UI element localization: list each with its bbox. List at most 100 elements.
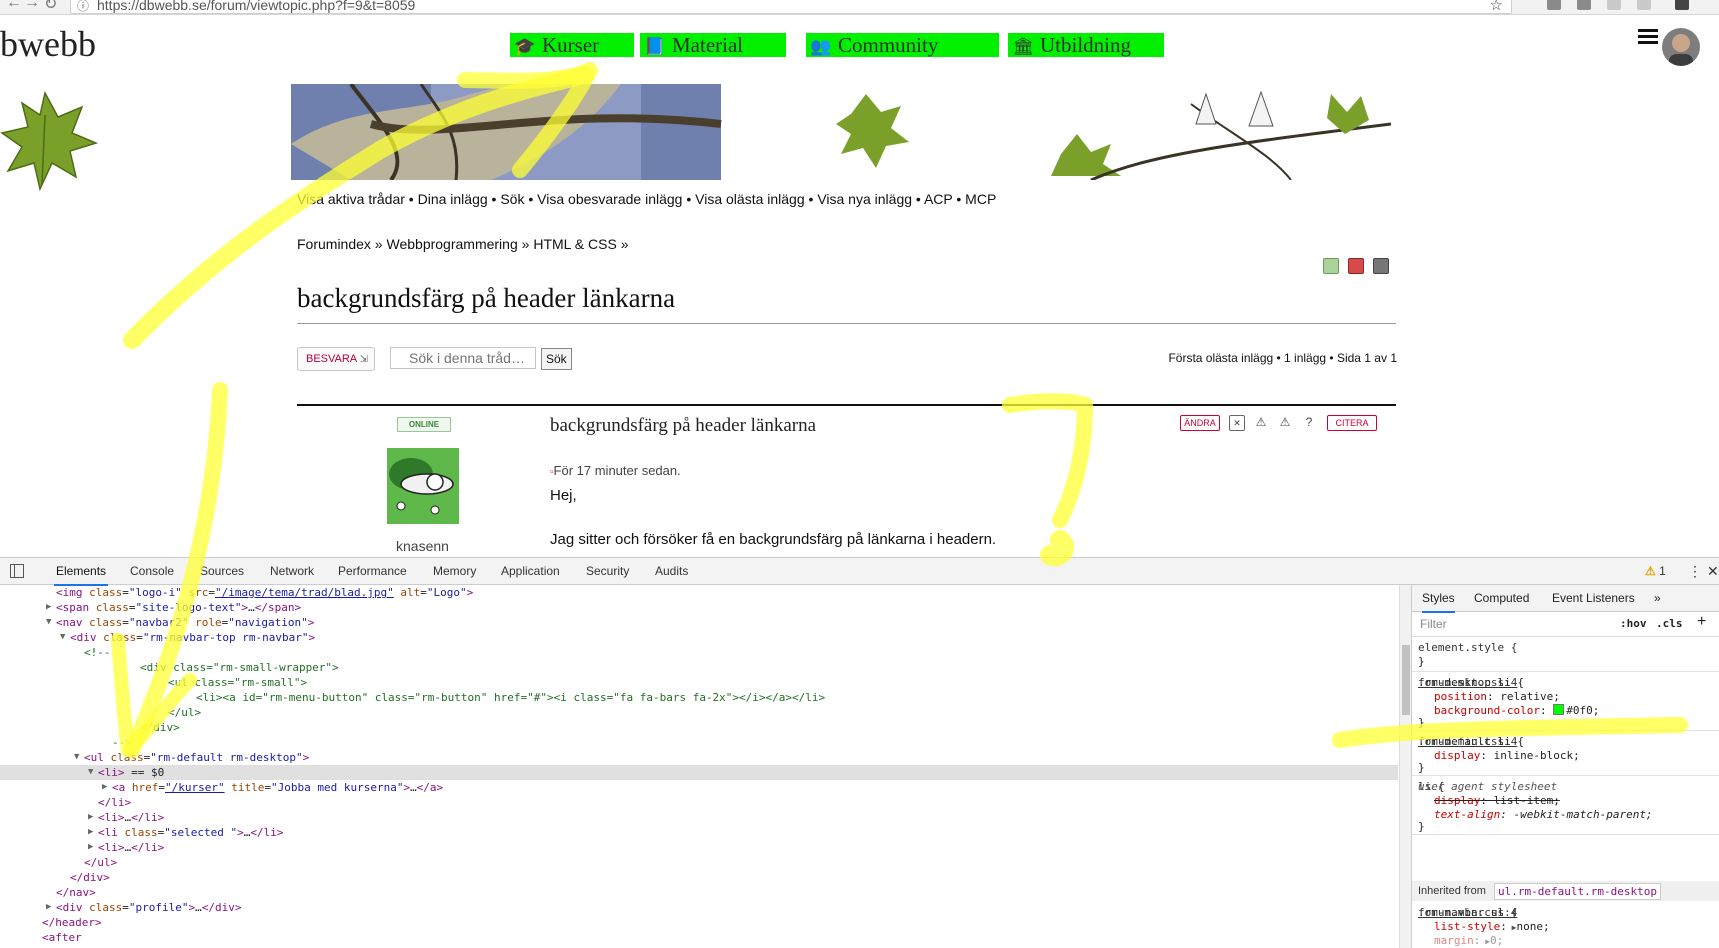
dom-node[interactable]: --> [0, 735, 1398, 750]
expand-toggle-icon[interactable]: ▶ [88, 840, 93, 855]
info-icon[interactable]: ? [1302, 415, 1316, 429]
css-rule[interactable]: .rm-navbar ul { forum.min.css:4 list-sty… [1412, 902, 1719, 948]
css-property[interactable]: list-style: ▶none; [1434, 920, 1550, 934]
tab-sources[interactable]: Sources [198, 558, 246, 584]
nav-item-material[interactable]: 📘 Material [640, 33, 786, 57]
expand-toggle-icon[interactable]: ▼ [60, 630, 65, 645]
source-link[interactable]: forum.min.css:4 [1418, 735, 1714, 749]
dom-node[interactable]: </div> [0, 720, 1398, 735]
forward-icon[interactable]: → [24, 0, 40, 12]
css-property[interactable]: display: inline-block; [1434, 749, 1580, 763]
quicklink[interactable]: MCP [965, 191, 996, 207]
close-icon[interactable]: ✕ [1707, 558, 1719, 584]
quote-button[interactable]: CITERA [1327, 415, 1377, 431]
bookmark-icon[interactable] [1348, 258, 1364, 274]
dom-node[interactable]: ▼ <div class="rm-navbar-top rm-navbar"> [0, 630, 1398, 645]
dom-node[interactable]: <li><a id="rm-menu-button" class="rm-but… [0, 690, 1398, 705]
warn-icon[interactable]: ⚠ [1278, 415, 1292, 429]
post-title[interactable]: backgrundsfärg på header länkarna [550, 415, 816, 437]
back-icon[interactable]: ← [6, 0, 22, 12]
css-property[interactable]: display: list-item; [1434, 794, 1560, 808]
info-icon[interactable]: ⓘ [77, 0, 89, 14]
dom-node-selected[interactable]: ▼ <li> == $0 [0, 765, 1398, 780]
more-options-icon[interactable]: ⋮ [1688, 558, 1702, 584]
quicklink[interactable]: ACP [924, 191, 953, 207]
styles-filter-input[interactable]: Filter [1420, 617, 1447, 631]
expand-toggle-icon[interactable]: ▶ [46, 900, 51, 915]
css-property[interactable]: background-color: #0f0; [1434, 704, 1599, 718]
dom-node[interactable]: ▶ <li>…</li> [0, 810, 1398, 825]
user-avatar[interactable] [1662, 28, 1700, 66]
expand-toggle-icon[interactable]: ▶ [88, 810, 93, 825]
subscribe-icon[interactable] [1323, 258, 1339, 274]
tab-security[interactable]: Security [584, 558, 631, 584]
address-bar[interactable]: ⓘ https://dbwebb.se/forum/viewtopic.php?… [70, 0, 1512, 14]
dom-node[interactable]: <div class="rm-small-wrapper"> [0, 660, 1398, 675]
element-style-rule[interactable]: element.style { } [1412, 637, 1719, 672]
delete-icon[interactable]: ✕ [1229, 415, 1245, 431]
nav-item-kurser[interactable]: 🎓 Kurser [510, 33, 634, 57]
css-property[interactable]: margin: ▶0; [1434, 934, 1503, 948]
reload-icon[interactable]: ↻ [44, 0, 57, 14]
quicklink[interactable]: Visa obesvarade inlägg [537, 191, 682, 207]
quicklink[interactable]: Visa olästa inlägg [695, 191, 804, 207]
dom-node[interactable]: ▶ <li class="selected ">…</li> [0, 825, 1398, 840]
warning-counter[interactable]: ⚠ 1 [1645, 558, 1666, 584]
tab-memory[interactable]: Memory [431, 558, 478, 584]
dom-node[interactable]: ▶ <li>…</li> [0, 840, 1398, 855]
dom-node[interactable]: <after [0, 930, 1398, 945]
hamburger-menu-icon[interactable] [1638, 29, 1658, 45]
scrollbar-thumb[interactable] [1402, 645, 1410, 715]
dom-node[interactable]: <ul class="rm-small"> [0, 675, 1398, 690]
tab-event-listeners[interactable]: Event Listeners [1552, 585, 1635, 611]
quicklink[interactable]: Sök [500, 191, 524, 207]
dom-node[interactable]: ▶ <span class="site-logo-text">…</span> [0, 600, 1398, 615]
extension-icon[interactable] [1547, 0, 1561, 10]
quicklink[interactable]: Dina inlägg [418, 191, 488, 207]
reply-button[interactable]: BESVARA ⇲ [297, 347, 375, 371]
add-rule-icon[interactable]: + [1697, 613, 1706, 631]
dom-node[interactable]: </nav> [0, 885, 1398, 900]
nav-item-utbildning[interactable]: 🏛 Utbildning [1008, 33, 1164, 57]
post-author[interactable]: knasenn [396, 538, 449, 554]
dom-node[interactable]: <!-- [0, 645, 1398, 660]
device-toggle-icon[interactable] [10, 564, 24, 578]
tab-application[interactable]: Application [499, 558, 562, 584]
extension-icon[interactable] [1675, 0, 1689, 10]
breadcrumb-item[interactable]: Webbprogrammering [387, 236, 518, 252]
css-property[interactable]: text-align: -webkit-match-parent; [1434, 808, 1653, 822]
source-link[interactable]: forum.min.css:4 [1418, 676, 1714, 690]
breadcrumb-item[interactable]: Forumindex [297, 236, 371, 252]
css-rule[interactable]: li { user agent stylesheet display: list… [1412, 776, 1719, 835]
tab-performance[interactable]: Performance [336, 558, 409, 584]
more-tabs-icon[interactable]: » [1654, 585, 1661, 611]
tab-computed[interactable]: Computed [1474, 585, 1529, 611]
tab-styles[interactable]: Styles [1422, 585, 1455, 613]
dom-node[interactable]: </ul> [0, 705, 1398, 720]
dom-node[interactable]: ▼ <nav class="navbar2" role="navigation"> [0, 615, 1398, 630]
expand-toggle-icon[interactable]: ▶ [88, 825, 93, 840]
report-icon[interactable]: ⚠ [1254, 415, 1268, 429]
topic-search-input[interactable] [390, 347, 536, 369]
css-rule[interactable]: .rm-default li { forum.min.css:4 display… [1412, 731, 1719, 776]
dom-node[interactable]: ▼ <ul class="rm-default rm-desktop"> [0, 750, 1398, 765]
site-logo-text[interactable]: bwebb [0, 23, 96, 65]
expand-toggle-icon[interactable]: ▼ [46, 615, 51, 630]
hover-state-toggle[interactable]: :hov [1620, 617, 1647, 630]
dom-node[interactable]: </header> [0, 915, 1398, 930]
dom-node[interactable]: <img class="logo-i" src="/image/tema/tra… [0, 585, 1398, 600]
dom-node[interactable]: ▶ <div class="profile">…</div> [0, 900, 1398, 915]
css-property[interactable]: position: relative; [1434, 690, 1560, 704]
extension-icon[interactable] [1637, 0, 1651, 10]
breadcrumb-item[interactable]: HTML & CSS [533, 236, 617, 252]
dom-node[interactable]: ▶ <a href="/kurser" title="Jobba med kurs… [0, 780, 1398, 795]
expand-toggle-icon[interactable]: ▶ [46, 600, 51, 615]
class-toggle[interactable]: .cls [1656, 617, 1683, 630]
tab-elements[interactable]: Elements [54, 558, 109, 586]
extension-icon[interactable] [1607, 0, 1621, 10]
print-icon[interactable] [1373, 258, 1389, 274]
bookmark-star-icon[interactable]: ☆ [1490, 0, 1503, 14]
quicklink[interactable]: Visa aktiva trådar [297, 191, 405, 207]
search-button[interactable]: Sök [541, 348, 572, 370]
css-rule[interactable]: .rm-desktop li { forum.min.css:4 positio… [1412, 672, 1719, 731]
